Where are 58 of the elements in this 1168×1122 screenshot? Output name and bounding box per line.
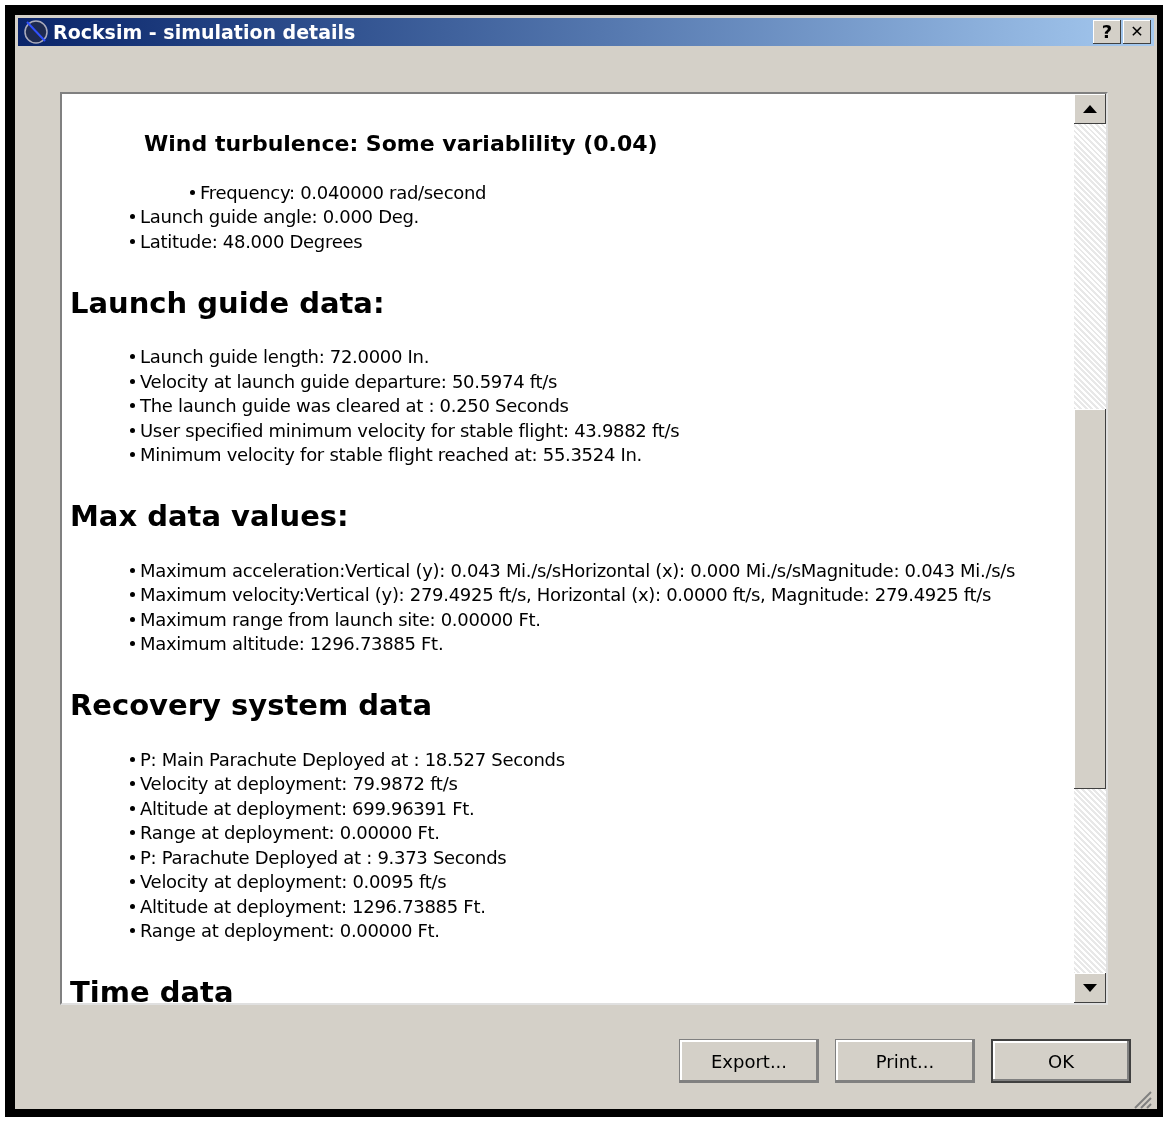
up-arrow-icon <box>1083 105 1097 113</box>
bullet-text: P: Main Parachute Deployed at : 18.527 Seconds <box>140 747 565 772</box>
dialog-button[interactable]: OK <box>991 1039 1131 1083</box>
bullet-icon <box>190 189 195 195</box>
dialog-button[interactable]: Print... <box>835 1039 975 1083</box>
bullet-text: Minimum velocity for stable flight reached at: 55.3524 In. <box>140 443 643 468</box>
bullet-text: Frequency: 0.040000 rad/second <box>200 180 487 205</box>
bullet-icon <box>130 427 135 433</box>
bullet-text: Range at deployment: 0.00000 Ft. <box>140 919 440 944</box>
bullet-text: Maximum altitude: 1296.73885 Ft. <box>140 632 444 657</box>
bullet-text: Velocity at launch guide departure: 50.5974 ft/s <box>140 369 558 394</box>
bullet-text: Velocity at deployment: 79.9872 ft/s <box>140 772 458 797</box>
close-button[interactable]: ✕ <box>1123 20 1151 44</box>
bullet-icon <box>130 830 135 836</box>
bullet-text: User specified minimum velocity for stable flight: 43.9882 ft/s <box>140 418 680 443</box>
bullet-text: Maximum velocity:Vertical (y): 279.4925 ft/s, Horizontal (x): 0.0000 ft/s, Magnitude: 279.4925 ft/s <box>140 583 992 608</box>
down-arrow-icon <box>1083 984 1097 992</box>
bullet-text: Maximum range from launch site: 0.00000 Ft. <box>140 607 541 632</box>
bullet-icon <box>130 403 135 409</box>
bullet-text: Launch guide length: 72.0000 In. <box>140 345 430 370</box>
bullet-icon <box>130 879 135 885</box>
bullet-icon <box>130 781 135 787</box>
bullet-icon <box>130 567 135 573</box>
bullet-icon <box>130 928 135 934</box>
app-icon <box>21 19 51 45</box>
scroll-down-button[interactable] <box>1074 973 1106 1003</box>
bullet-text: Maximum acceleration:Vertical (y): 0.043 Mi./s/sHorizontal (x): 0.000 Mi./s/sMagnitude: 0.043 Mi./s/s <box>140 558 1016 583</box>
bullet-icon <box>130 756 135 762</box>
scroll-up-button[interactable] <box>1074 94 1106 124</box>
help-button[interactable]: ? <box>1093 20 1121 44</box>
vertical-scrollbar[interactable] <box>1074 94 1106 1003</box>
subheading: Wind turbulence: Some variablility (0.04) <box>144 130 659 158</box>
scroll-thumb[interactable] <box>1074 409 1106 789</box>
section-heading: Launch guide data: <box>70 284 386 321</box>
bullet-icon <box>130 903 135 909</box>
bullet-icon <box>130 238 135 244</box>
bullet-icon <box>130 641 135 647</box>
bullet-text: Altitude at deployment: 1296.73885 Ft. <box>140 894 486 919</box>
bullet-icon <box>130 616 135 622</box>
bullet-icon <box>130 378 135 384</box>
bullet-text: Range at deployment: 0.00000 Ft. <box>140 821 440 846</box>
section-heading: Recovery system data <box>70 687 434 723</box>
bullet-text: Latitude: 48.000 Degrees <box>140 229 363 254</box>
bullet-icon <box>130 805 135 811</box>
bullet-icon <box>130 354 135 360</box>
section-heading: Time data <box>70 974 235 1003</box>
bullet-text: Launch guide angle: 0.000 Deg. <box>140 205 420 230</box>
bullet-icon <box>130 854 135 860</box>
bullet-icon <box>130 214 135 220</box>
bullet-icon <box>130 452 135 458</box>
window-title: Rocksim - simulation details <box>53 19 357 45</box>
bullet-text: Altitude at deployment: 699.96391 Ft. <box>140 796 475 821</box>
bullet-icon <box>130 592 135 598</box>
bullet-text: The launch guide was cleared at : 0.250 Seconds <box>140 394 569 419</box>
dialog-button[interactable]: Export... <box>679 1039 819 1083</box>
bullet-text: P: Parachute Deployed at : 9.373 Seconds <box>140 845 507 870</box>
bullet-text: Velocity at deployment: 0.0095 ft/s <box>140 870 447 895</box>
section-heading: Max data values: <box>70 498 350 534</box>
